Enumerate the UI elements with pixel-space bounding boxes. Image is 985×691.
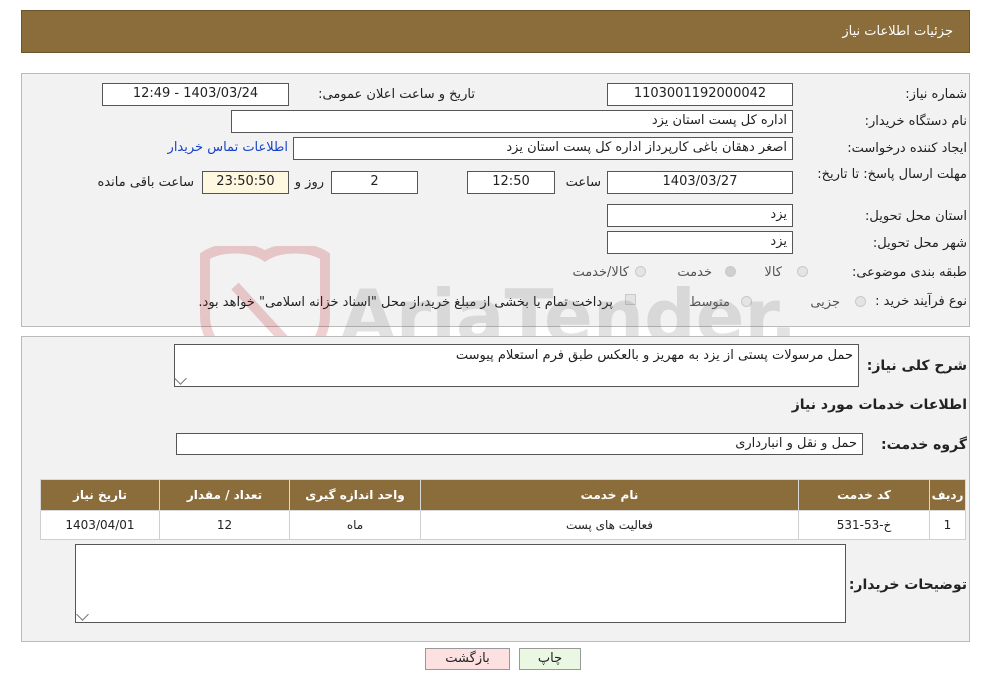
buyer-org-field: اداره کل پست استان یزد (231, 110, 793, 133)
deadline-time-field: 12:50 (467, 171, 555, 194)
city-field: یزد (607, 231, 793, 254)
process-option-minor: جزیی (810, 295, 840, 310)
category-option-service: خدمت (677, 265, 712, 280)
remaining-time-field: 23:50:50 (202, 171, 289, 194)
city-label: شهر محل تحویل: (872, 236, 967, 251)
deadline-time-label: ساعت (565, 175, 601, 190)
column-header: کد خدمت (798, 479, 930, 511)
province-field: یزد (607, 204, 793, 227)
services-table: ردیف کد خدمت نام خدمت واحد اندازه گیری ت… (40, 479, 966, 540)
category-radio-goods-service[interactable] (635, 266, 646, 277)
unit: ماه (289, 510, 421, 540)
need-number-field: 1103001192000042 (607, 83, 793, 106)
table-row: 1 خ-53-531 فعالیت های پست ماه 12 1403/04… (40, 510, 966, 540)
remaining-label: ساعت باقی مانده (97, 175, 194, 190)
services-table-header: ردیف کد خدمت نام خدمت واحد اندازه گیری ت… (40, 479, 966, 511)
category-option-goods: کالا (764, 265, 782, 280)
process-label: نوع فرآیند خرید : (875, 294, 967, 309)
description-field[interactable]: حمل مرسولات پستی از یزد به مهریز و بالعک… (174, 344, 859, 387)
process-radio-medium[interactable] (741, 296, 752, 307)
column-header: تاریخ نیاز (40, 479, 160, 511)
service-group-label: گروه خدمت: (881, 437, 967, 453)
announce-label: تاریخ و ساعت اعلان عمومی: (318, 87, 475, 102)
announce-field: 1403/03/24 - 12:49 (102, 83, 289, 106)
days-label: روز و (294, 175, 324, 190)
print-button[interactable]: چاپ (519, 648, 581, 670)
description-label: شرح کلی نیاز: (866, 358, 967, 374)
page-header: جزئیات اطلاعات نیاز (21, 10, 970, 53)
buyer-notes-label: توضیحات خریدار: (848, 577, 967, 593)
service-name: فعالیت های پست (420, 510, 799, 540)
category-radio-goods[interactable] (797, 266, 808, 277)
row-index: 1 (929, 510, 966, 540)
days-field: 2 (331, 171, 418, 194)
deadline-label: مهلت ارسال پاسخ: تا تاریخ: (817, 167, 967, 182)
process-note: پرداخت تمام یا بخشی از مبلغ خرید،از محل … (198, 295, 613, 310)
deadline-date-field: 1403/03/27 (607, 171, 793, 194)
buyer-contact-link[interactable]: اطلاعات تماس خریدار (168, 140, 288, 155)
province-label: استان محل تحویل: (865, 209, 967, 224)
process-option-medium: متوسط (689, 295, 730, 310)
process-radio-minor[interactable] (855, 296, 866, 307)
services-section-title: اطلاعات خدمات مورد نیاز (791, 397, 967, 413)
service-code: خ-53-531 (798, 510, 930, 540)
buyer-notes-field[interactable] (75, 544, 846, 623)
category-radio-service[interactable] (725, 266, 736, 277)
column-header: نام خدمت (420, 479, 799, 511)
column-header: ردیف (929, 479, 966, 511)
service-group-field: حمل و نقل و انبارداری (176, 433, 863, 455)
quantity: 12 (159, 510, 290, 540)
page-title: جزئیات اطلاعات نیاز (842, 24, 953, 39)
column-header: تعداد / مقدار (159, 479, 290, 511)
creator-field: اصغر دهقان باغی کارپرداز اداره کل پست اس… (293, 137, 793, 160)
back-button[interactable]: بازگشت (425, 648, 510, 670)
need-date: 1403/04/01 (40, 510, 160, 540)
column-header: واحد اندازه گیری (289, 479, 421, 511)
creator-label: ایجاد کننده درخواست: (847, 141, 967, 156)
need-number-label: شماره نیاز: (905, 87, 967, 102)
category-label: طبقه بندی موضوعی: (851, 265, 967, 280)
treasury-checkbox[interactable] (625, 294, 636, 305)
category-option-goods-service: کالا/خدمت (572, 265, 629, 280)
buyer-org-label: نام دستگاه خریدار: (864, 114, 967, 129)
